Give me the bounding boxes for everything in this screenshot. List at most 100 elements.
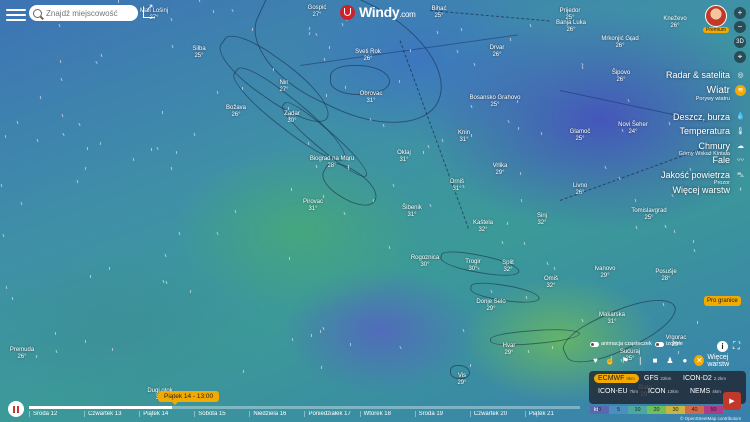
layer-waves[interactable]: Fale <box>712 155 730 165</box>
timeline-day[interactable]: Niedziela 16 <box>249 411 304 417</box>
menu-icon[interactable] <box>6 6 26 24</box>
hand-icon[interactable]: ☝ <box>605 355 616 367</box>
timeline-current-time[interactable]: Piątek 14 - 13:00 <box>158 391 220 405</box>
city-label[interactable]: Ivanovo 29° <box>594 266 615 280</box>
model-icon[interactable]: ICON 13km <box>648 388 678 395</box>
city-label[interactable]: Makarska 31° <box>599 312 625 326</box>
city-label[interactable]: Glamoč 25° <box>570 129 591 143</box>
model-icon-d2[interactable]: ICON-D2 2.2km <box>683 375 726 382</box>
wind-icon[interactable]: ≋ <box>735 85 746 96</box>
layer-air-quality[interactable]: Jakość powietrza Prozor <box>661 170 730 186</box>
city-label[interactable]: Rogoznica 30° <box>411 255 439 269</box>
timeline-day[interactable]: Środa 19 <box>414 411 470 417</box>
city-label[interactable]: Trogir 30° <box>465 259 480 273</box>
3d-button[interactable]: 3D <box>734 36 746 48</box>
layer-more[interactable]: Więcej warstw <box>672 185 730 195</box>
radar-icon[interactable]: ◎ <box>735 70 746 81</box>
city-label[interactable]: Mrkonjić Grad 26° <box>601 36 638 50</box>
timeline-day[interactable]: Czwartek 13 <box>84 411 139 417</box>
isolines-toggle[interactable]: izolinie <box>655 341 683 347</box>
zoom-out-button[interactable]: − <box>734 21 746 33</box>
wave-icon[interactable]: 〰 <box>735 155 746 166</box>
city-label[interactable]: Šipovo 26° <box>612 70 630 84</box>
model-icon-eu[interactable]: ICON-EU 7km <box>598 388 638 395</box>
air-quality-icon[interactable]: ⛍ <box>735 170 746 181</box>
city-label[interactable]: Oklaj 31° <box>397 150 411 164</box>
youtube-icon[interactable]: ▶ <box>723 392 741 410</box>
city-label[interactable]: Gospić 27° <box>308 5 327 19</box>
windy-logo[interactable]: Windy.com <box>340 4 416 20</box>
layer-temperature[interactable]: Temperatura <box>679 126 730 136</box>
zoom-in-button[interactable]: + <box>734 7 746 19</box>
share-icon[interactable] <box>143 2 155 18</box>
chevron-left-icon[interactable]: ‹ <box>735 184 746 195</box>
map-attribution[interactable]: © OpenStreetMap contributors <box>680 416 741 421</box>
city-label[interactable]: Vrlika 29° <box>493 163 508 177</box>
timeline-day[interactable]: Piątek 21 <box>524 411 580 417</box>
info-icon[interactable]: i <box>717 341 728 352</box>
search-input[interactable] <box>46 8 134 18</box>
particles-toggle[interactable]: animacja cząsteczek <box>590 341 652 347</box>
city-label[interactable]: Bihać 25° <box>431 6 446 20</box>
pause-icon[interactable] <box>8 401 24 417</box>
timeline-track[interactable] <box>29 406 580 409</box>
city-label[interactable]: Premuda 26° <box>10 347 34 361</box>
city-label[interactable]: Šibenik 31° <box>402 205 422 219</box>
flag-icon[interactable]: ⚑ <box>620 355 631 367</box>
city-label[interactable]: Omiš 32° <box>544 276 558 290</box>
city-label[interactable]: Livno 26° <box>573 183 587 197</box>
city-label[interactable]: Nin 27° <box>279 80 288 94</box>
city-label[interactable]: Bosansko Grahovo 25° <box>469 95 520 109</box>
pin-icon[interactable]: ❘ <box>635 355 646 367</box>
heart-icon[interactable]: ♥ <box>590 355 601 367</box>
timeline-day[interactable]: Poniedziałek 17 <box>304 411 359 417</box>
search-box[interactable] <box>29 5 138 21</box>
city-label[interactable]: Obrovac 31° <box>360 91 383 105</box>
layer-wind[interactable]: Wiatr Porywy wiatru <box>696 86 730 103</box>
city-label[interactable]: Donje Selo 29° <box>476 299 505 313</box>
city-label[interactable]: Hvar 29° <box>503 343 516 357</box>
city-label[interactable]: Vis 29° <box>457 373 466 387</box>
timeline-day[interactable]: Środa 12 <box>29 411 84 417</box>
city-label[interactable]: Split 32° <box>502 260 514 274</box>
timeline-day[interactable]: Piątek 14 <box>139 411 194 417</box>
city-label[interactable]: Banja Luka 26° <box>556 20 586 34</box>
timeline-day[interactable]: Czwartek 20 <box>469 411 525 417</box>
camera-icon[interactable]: ■ <box>650 355 661 367</box>
city-label[interactable]: Zadar 30° <box>284 111 300 125</box>
model-gfs[interactable]: GFS 22km <box>644 375 671 382</box>
more-layers-link[interactable]: Więcej warstw <box>707 354 748 368</box>
layer-rain[interactable]: Deszcz, burza <box>673 112 730 122</box>
color-legend[interactable]: 0 5 10 20 30 40 50 <box>590 406 723 414</box>
person-icon[interactable]: ♟ <box>665 355 676 367</box>
model-ecmwf[interactable]: ECMWF 9km <box>594 374 639 383</box>
location-icon[interactable]: ⌖ <box>734 51 746 63</box>
city-label[interactable]: Posušje 28° <box>655 269 676 283</box>
city-label[interactable]: Pirovac 31° <box>303 199 323 213</box>
city-label[interactable]: Kaštela 32° <box>473 220 493 234</box>
layer-radar[interactable]: Radar & satelita <box>666 70 730 80</box>
timeline-day[interactable]: Sobota 15 <box>194 411 249 417</box>
city-label[interactable]: Drniš 31° <box>450 179 464 193</box>
thermometer-icon[interactable]: 🌡 <box>735 126 746 137</box>
city-label[interactable]: Drvar 26° <box>490 45 505 59</box>
city-label[interactable]: Sveti Rok 26° <box>355 49 381 63</box>
cloud-icon[interactable]: ☁ <box>735 141 746 152</box>
city-label[interactable]: Božava 26° <box>226 105 246 119</box>
close-icon[interactable]: ✕ <box>694 355 705 366</box>
rain-icon[interactable]: 💧 <box>735 111 746 122</box>
map-marker-icon[interactable]: ● <box>679 355 690 367</box>
fullscreen-icon[interactable]: ⛶ <box>733 341 740 352</box>
city-label[interactable]: Biograd na Moru 28° <box>310 156 354 170</box>
model-nems[interactable]: NEMS 4km <box>690 388 721 395</box>
timeline-day[interactable]: Wtorek 18 <box>359 411 415 417</box>
city-label[interactable]: Tomislavgrad 25° <box>631 208 666 222</box>
avatar[interactable] <box>705 5 727 27</box>
city-label[interactable]: Sinj 32° <box>537 213 547 227</box>
pro-borders-button[interactable]: Pro granice <box>704 296 741 306</box>
city-label[interactable]: Knin 31° <box>458 130 470 144</box>
premium-badge[interactable]: Premium <box>703 27 730 33</box>
city-label[interactable]: Silba 25° <box>192 46 205 60</box>
city-label[interactable]: Kneževo 26° <box>663 16 686 30</box>
city-label[interactable]: Novi Šeher 24° <box>618 122 648 136</box>
